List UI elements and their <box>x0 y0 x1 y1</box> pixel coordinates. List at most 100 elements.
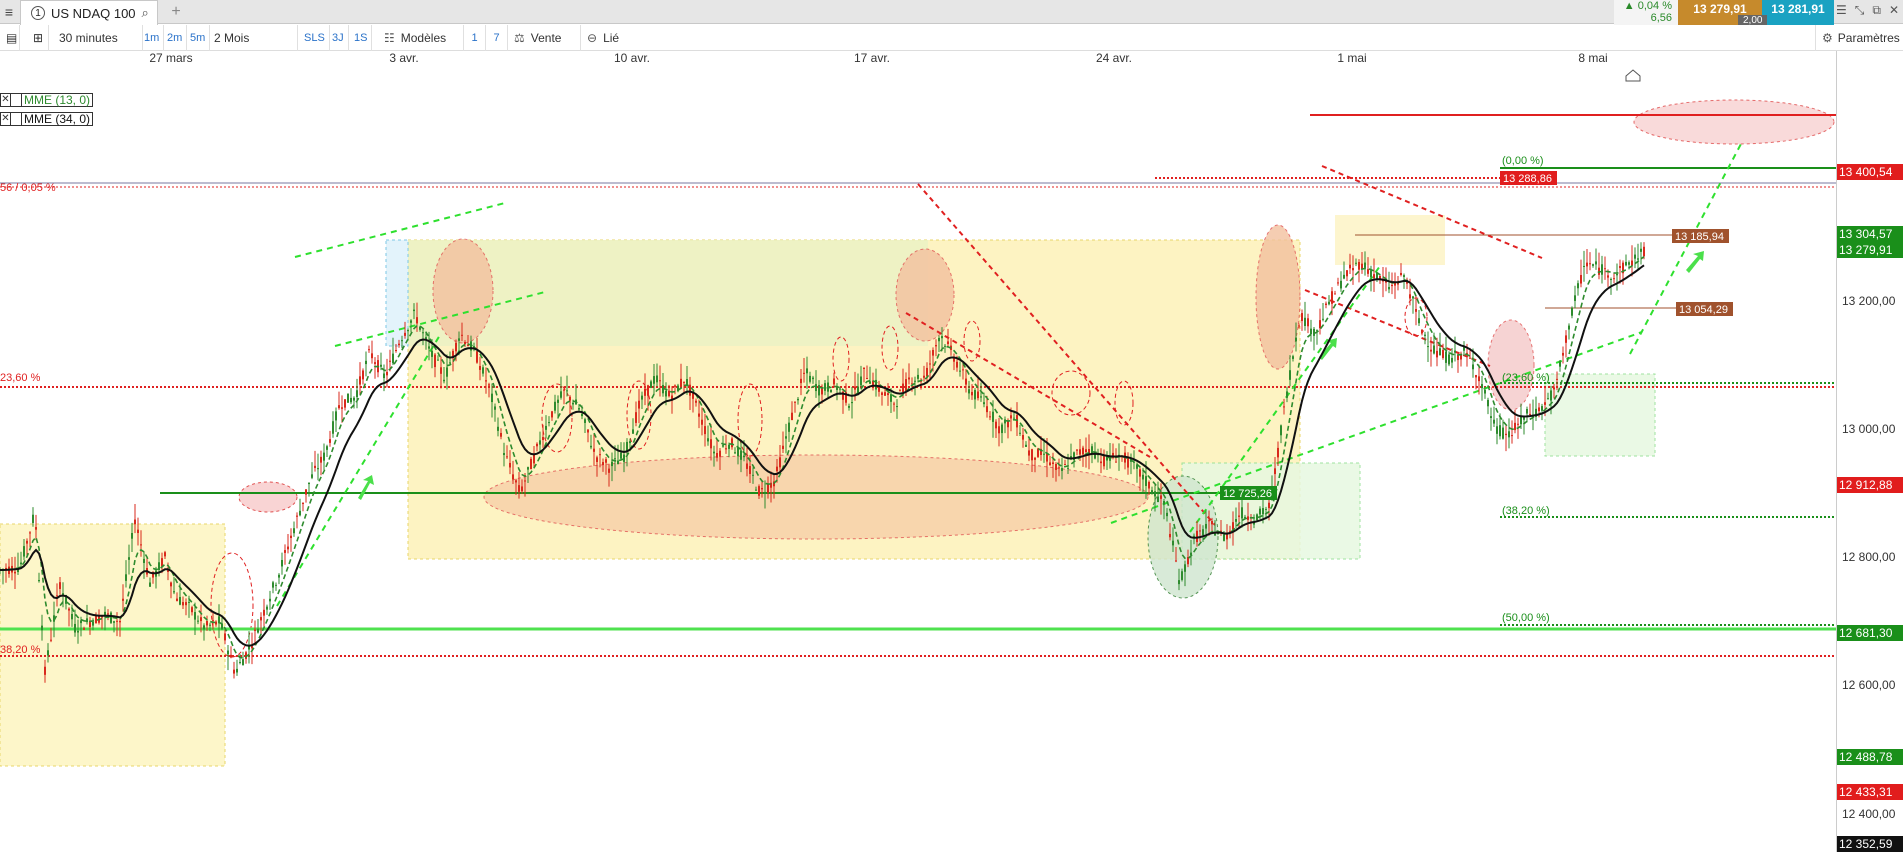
candle-body <box>1580 275 1582 284</box>
1s-button[interactable]: 1S <box>350 25 373 51</box>
candle-body <box>503 453 505 456</box>
candle-body <box>665 390 667 397</box>
price-chart[interactable]: 56 / 0,05 % 23,60 % 38,20 % (0,00 %) (23… <box>0 65 1836 852</box>
restore-icon[interactable]: ⤡ <box>1855 3 1865 18</box>
candle-body <box>929 363 931 365</box>
candle-body <box>938 337 940 342</box>
date-label: 8 mai <box>1578 51 1608 65</box>
candle-body <box>50 639 52 641</box>
popout-icon[interactable]: ⧉ <box>1872 3 1881 18</box>
candle-body <box>47 650 49 656</box>
sidebar-toggle-icon[interactable]: ▤ <box>0 25 20 51</box>
candle-body <box>776 466 778 472</box>
candle-body <box>188 601 190 603</box>
candle-body <box>401 340 403 342</box>
candle-body <box>1196 530 1198 543</box>
visibility-toggle[interactable] <box>11 93 22 107</box>
linked-label: Lié <box>603 31 620 45</box>
candle-body <box>71 613 73 620</box>
visibility-toggle[interactable] <box>11 112 22 126</box>
candle-body <box>1082 447 1084 455</box>
sell-button[interactable]: ⚖ Vente <box>508 25 581 51</box>
candle-body <box>785 436 787 439</box>
candle-body <box>689 384 691 396</box>
candle-body <box>1454 350 1456 353</box>
candle-body <box>1076 449 1078 451</box>
candle-body <box>233 669 235 674</box>
candle-body <box>179 597 181 605</box>
day-1-button[interactable]: 1 <box>464 25 486 51</box>
menu-icon[interactable]: ≡ <box>0 0 18 24</box>
candle-body <box>488 384 490 386</box>
fib-left-label: 56 / 0,05 % <box>0 182 56 194</box>
candle-body <box>1475 375 1477 378</box>
variation-box: ▲ 0,04 % 6,56 <box>1614 0 1678 27</box>
candle-body <box>1490 416 1492 419</box>
candle-body <box>548 422 550 424</box>
search-icon[interactable]: ⌕ <box>142 5 149 21</box>
candle-body <box>1055 464 1057 470</box>
candle-body <box>107 613 109 615</box>
list-icon[interactable]: ☰ <box>1836 3 1847 18</box>
candle-body <box>836 387 838 391</box>
candle-body <box>1415 309 1417 312</box>
candle-body <box>278 574 280 578</box>
candle-body <box>1238 515 1240 517</box>
home-icon[interactable] <box>1625 69 1641 82</box>
close-icon[interactable]: ✕ <box>0 93 11 107</box>
candle-body <box>1139 469 1141 477</box>
candle-body <box>1526 409 1528 414</box>
candle-body <box>1412 296 1414 299</box>
candle-body <box>1529 413 1531 416</box>
candle-body <box>629 441 631 444</box>
settings-button[interactable]: ⚙ Paramètres <box>1815 25 1903 51</box>
candle-body <box>1628 262 1630 265</box>
models-button[interactable]: ☷ Modèles <box>378 25 464 51</box>
linked-button[interactable]: ⊖ Lié <box>581 25 638 51</box>
sls-button[interactable]: SLS <box>300 25 330 51</box>
sell-icon: ⚖ <box>514 31 525 45</box>
add-tab-button[interactable]: + <box>166 0 186 24</box>
candle-body <box>1418 318 1420 324</box>
candle-body <box>116 620 118 622</box>
candle-body <box>1301 313 1303 322</box>
day-7-button[interactable]: 7 <box>486 25 508 51</box>
interval-5m-button[interactable]: 5m <box>186 25 211 51</box>
candle-body <box>1199 530 1201 532</box>
candle-body <box>323 452 325 461</box>
candle-body <box>317 468 319 470</box>
3j-button[interactable]: 3J <box>328 25 349 51</box>
instrument-index-badge: 1 <box>31 6 45 20</box>
candle-body <box>1592 264 1594 266</box>
candle-body <box>74 623 76 633</box>
candle-body <box>1085 449 1087 453</box>
interval-select[interactable]: 30 minutes <box>53 25 143 51</box>
candle-body <box>944 345 946 347</box>
settings-label: Paramètres <box>1837 31 1900 45</box>
candle-body <box>485 380 487 382</box>
candle-body <box>437 359 439 361</box>
candle-body <box>707 438 709 442</box>
candle-body <box>980 396 982 398</box>
ask-button[interactable]: 13 281,91 <box>1762 0 1834 27</box>
layout-icon[interactable]: ⊞ <box>27 25 49 51</box>
period-select[interactable]: 2 Mois <box>208 25 298 51</box>
interval-2m-button[interactable]: 2m <box>163 25 188 51</box>
close-icon[interactable]: ✕ <box>0 112 11 126</box>
candle-body <box>224 633 226 641</box>
candle-body <box>941 336 943 339</box>
instrument-tab[interactable]: 1 US NDAQ 100 ⌕ <box>20 0 158 25</box>
candle-body <box>1502 427 1504 439</box>
candle-body <box>371 353 373 359</box>
candle-body <box>1022 435 1024 440</box>
close-icon[interactable]: ✕ <box>1889 3 1899 18</box>
interval-1m-button[interactable]: 1m <box>140 25 165 51</box>
candle-body <box>1259 508 1261 515</box>
legend-row: ✕ MME (13, 0) <box>0 92 94 108</box>
candle-body <box>746 463 748 469</box>
candle-body <box>1610 279 1612 281</box>
candle-body <box>698 413 700 417</box>
candle-body <box>227 650 229 655</box>
candle-body <box>1286 391 1288 398</box>
candle-body <box>932 349 934 356</box>
